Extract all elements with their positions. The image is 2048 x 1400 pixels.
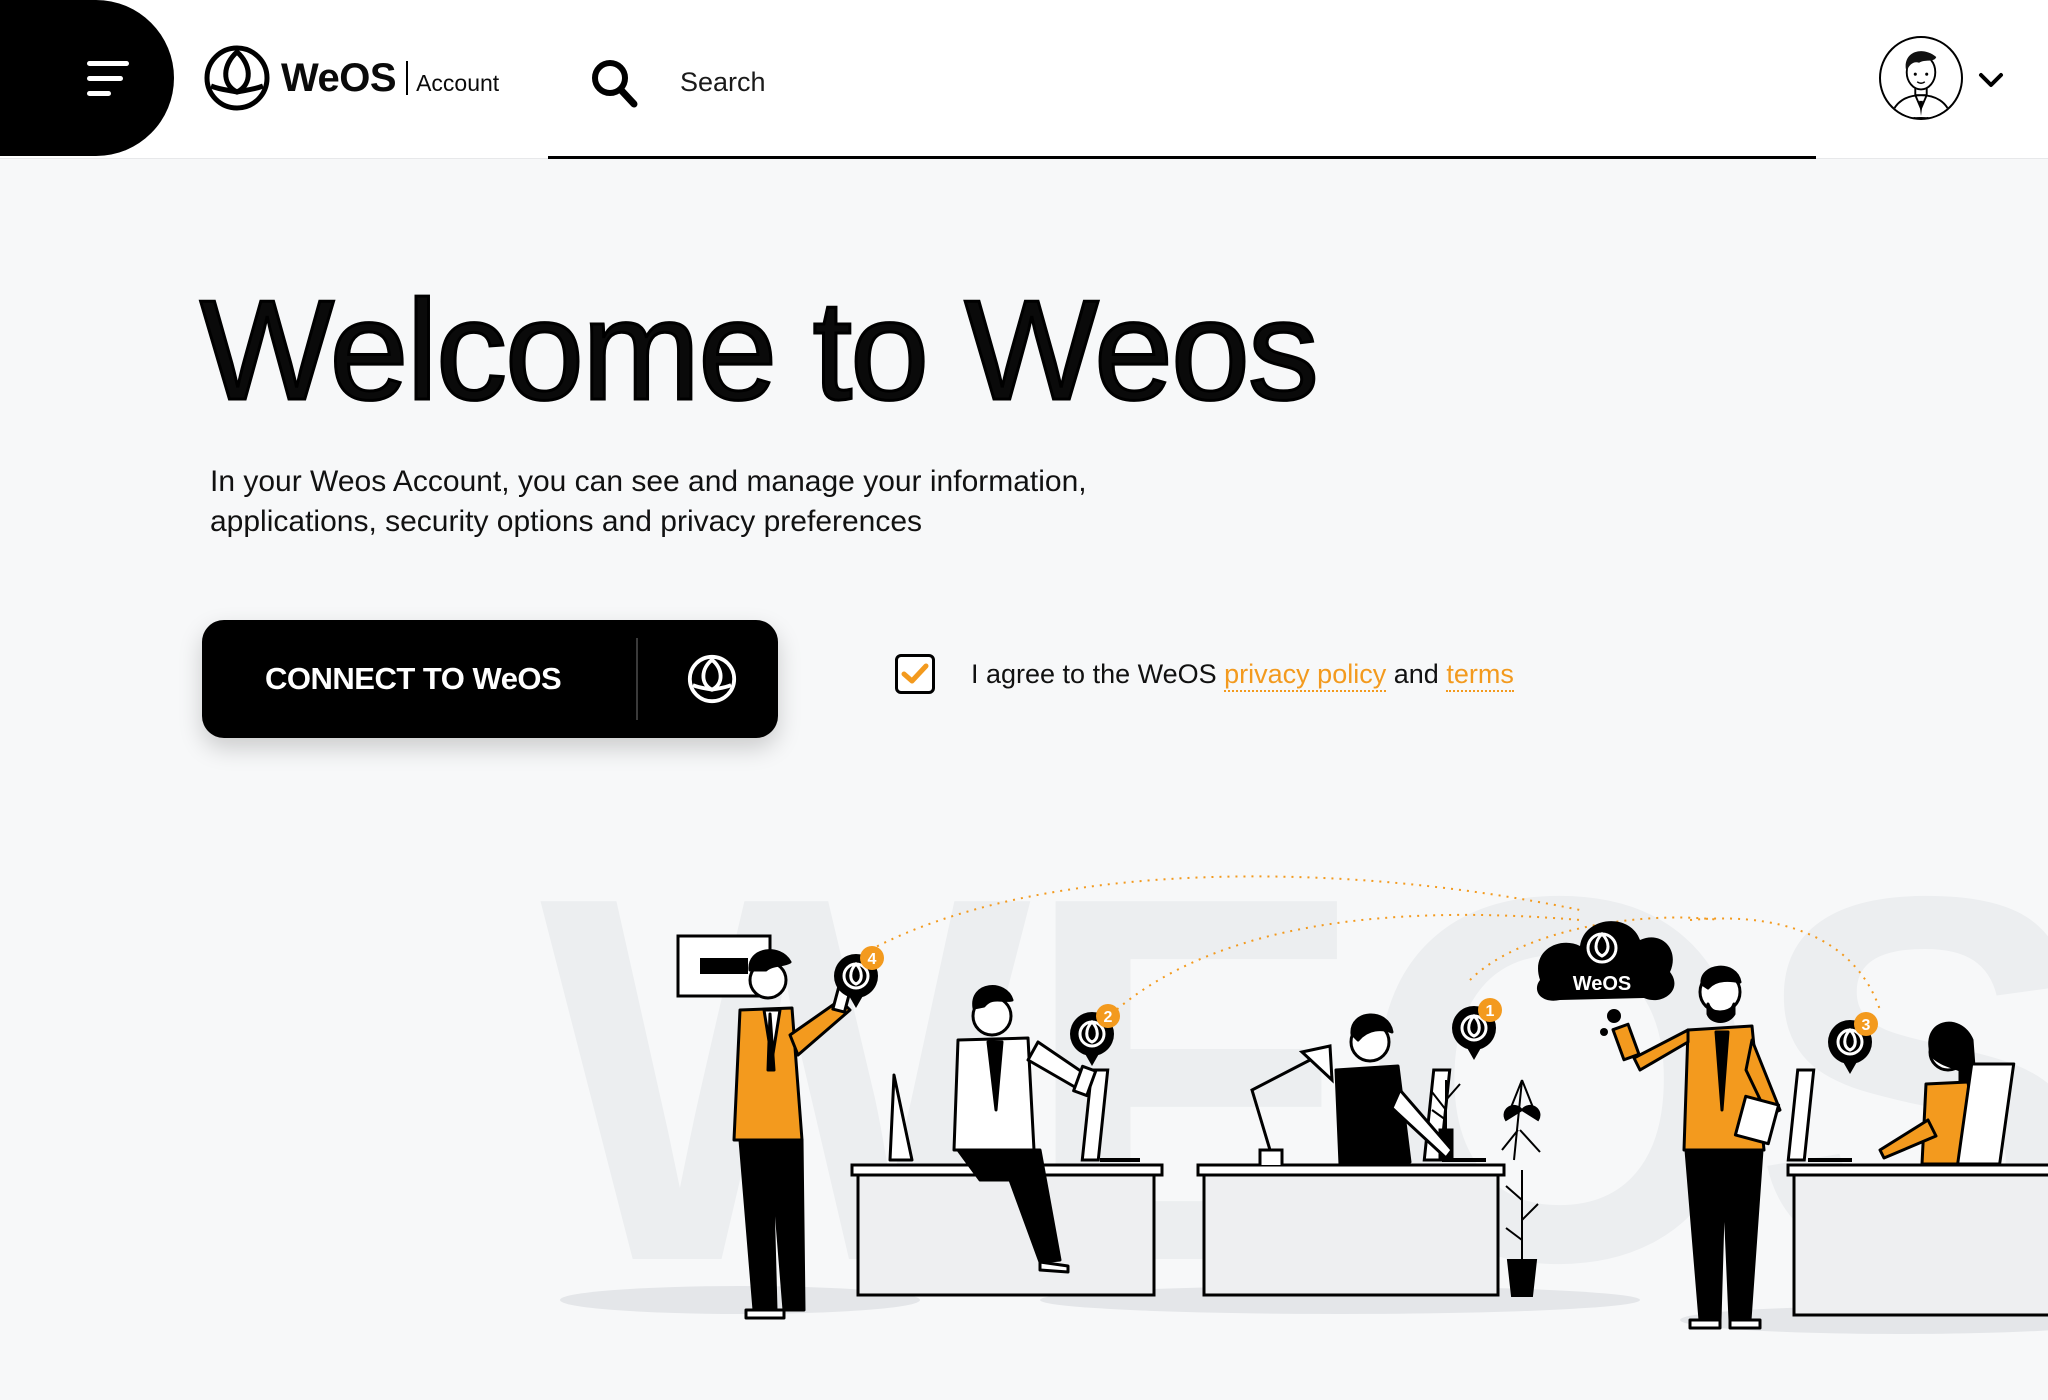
office-illustration: WEOS 4 2 1 WeOS 3 <box>540 820 2048 1400</box>
page-title: Welcome to Weos <box>199 271 1321 430</box>
consent-label: I agree to the WeOS privacy policy and t… <box>971 658 1514 692</box>
connect-button-divider <box>636 638 638 720</box>
consent-checkbox[interactable] <box>895 654 935 694</box>
page-subtitle: In your Weos Account, you can see and ma… <box>210 465 1087 538</box>
terms-link[interactable]: terms <box>1446 658 1514 692</box>
person-5 <box>1878 1021 2016 1166</box>
badge-3: 3 <box>1862 1017 1871 1034</box>
avatar[interactable] <box>1879 36 1963 120</box>
badge-1: 1 <box>1486 1003 1495 1020</box>
weos-logo-icon <box>204 45 270 111</box>
search-bar <box>548 44 1816 159</box>
search-input[interactable] <box>678 60 1682 104</box>
brand-divider <box>406 61 409 95</box>
checkmark-icon <box>901 663 929 684</box>
connect-button-label: CONNECT TO WeOS <box>265 661 562 696</box>
menu-icon <box>87 61 129 66</box>
connect-button[interactable]: CONNECT TO WeOS <box>202 620 778 738</box>
top-bar: WeOS Account <box>0 0 2048 159</box>
person-4 <box>1611 965 1782 1330</box>
cloud-label: WeOS <box>1573 973 1632 995</box>
privacy-policy-link[interactable]: privacy policy <box>1224 658 1387 692</box>
brand-name: WeOS <box>281 55 397 100</box>
badge-4: 4 <box>868 951 877 968</box>
weos-cloud: WeOS <box>1536 921 1675 1036</box>
person-1 <box>732 949 853 1320</box>
badge-2: 2 <box>1104 1009 1113 1026</box>
brand-logo[interactable]: WeOS Account <box>203 44 499 112</box>
search-icon[interactable] <box>590 58 638 108</box>
chevron-down-icon[interactable] <box>1976 68 2006 92</box>
brand-subtitle: Account <box>416 69 500 96</box>
consent-prefix: I agree to the WeOS <box>971 658 1217 689</box>
user-avatar-icon <box>1889 51 1953 118</box>
weos-logo-icon <box>687 654 737 704</box>
menu-button[interactable] <box>0 0 174 156</box>
consent-row: I agree to the WeOS privacy policy and t… <box>895 654 1514 694</box>
consent-middle: and <box>1393 658 1439 689</box>
office-scene: 4 2 1 WeOS 3 <box>560 875 2048 1334</box>
